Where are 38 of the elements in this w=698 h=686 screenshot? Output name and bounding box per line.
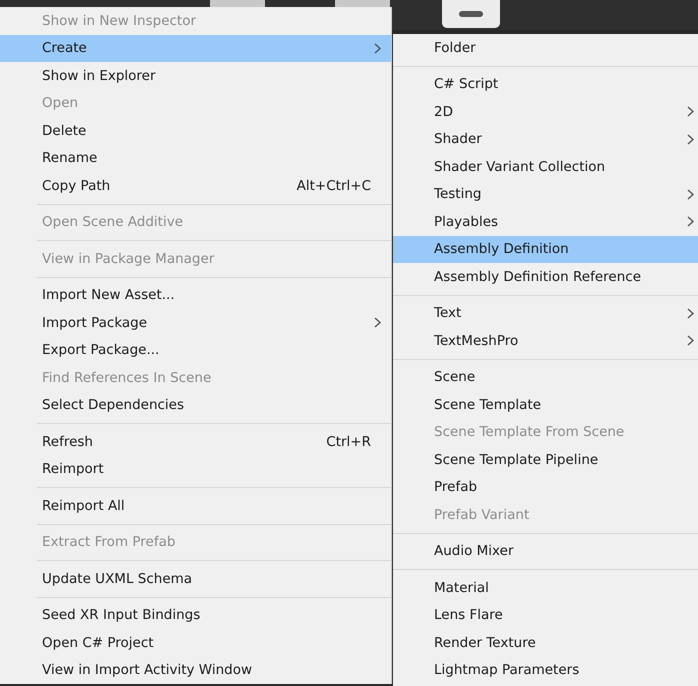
menu-item[interactable]: Lightmap Parameters: [393, 656, 698, 684]
menu-item[interactable]: Testing: [393, 180, 698, 208]
menu-item[interactable]: Reimport All: [0, 492, 391, 520]
collapse-button[interactable]: [442, 0, 500, 28]
menu-item[interactable]: Scene Template: [393, 391, 698, 418]
menu-item[interactable]: Text: [393, 300, 698, 327]
menu-item[interactable]: Playables: [393, 208, 698, 236]
menu-item[interactable]: Reimport: [0, 456, 391, 483]
menu-item[interactable]: Assembly Definition Reference: [393, 263, 698, 290]
menu-item[interactable]: Shader: [393, 126, 698, 153]
menu-item[interactable]: Select Dependencies: [0, 392, 391, 419]
menu-item[interactable]: Render Texture: [393, 629, 698, 656]
menu-item[interactable]: Material: [393, 574, 698, 602]
menu-item[interactable]: Create: [0, 34, 391, 62]
menu-item[interactable]: Rename: [0, 144, 391, 172]
menu-item[interactable]: C# Script: [393, 70, 698, 98]
menu-item[interactable]: View in Import Activity Window: [0, 656, 391, 684]
menu-item[interactable]: Export Package...: [0, 336, 391, 364]
menu-item[interactable]: Open C# Project: [0, 629, 391, 656]
menu-item[interactable]: Delete: [0, 117, 391, 144]
menu-item[interactable]: 2D: [393, 98, 698, 126]
menu-item[interactable]: Folder: [393, 34, 698, 62]
menu-item[interactable]: Refresh Ctrl+R: [0, 428, 391, 456]
menu-item[interactable]: Scene: [393, 364, 698, 391]
menu-item[interactable]: Lens Flare: [393, 602, 698, 629]
menu-item[interactable]: Prefab: [393, 474, 698, 501]
menu-item[interactable]: Import Package: [0, 309, 391, 336]
menu-item[interactable]: Assembly Definition: [393, 236, 698, 263]
menu-item[interactable]: Shader Variant Collection: [393, 153, 698, 180]
minus-icon: [459, 11, 483, 17]
menu-item[interactable]: Seed XR Input Bindings: [0, 602, 391, 629]
menu-item[interactable]: Scene Template Pipeline: [393, 446, 698, 474]
menu-item[interactable]: Show in Explorer: [0, 62, 391, 90]
menu-item[interactable]: Import New Asset...: [0, 282, 391, 309]
menu-item[interactable]: TextMeshPro: [393, 327, 698, 354]
menu-item[interactable]: Audio Mixer: [393, 538, 698, 565]
menu-item[interactable]: Update UXML Schema: [0, 565, 391, 592]
menu-item[interactable]: Copy Path Alt+Ctrl+C: [0, 172, 391, 200]
